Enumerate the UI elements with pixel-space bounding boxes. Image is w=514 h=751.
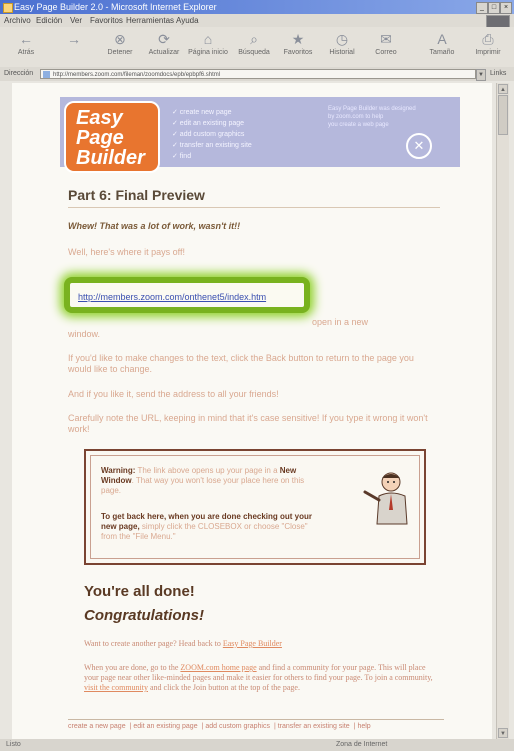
all-done-heading: You're all done!	[84, 583, 195, 600]
history-button[interactable]: ◷ Historial	[320, 29, 364, 65]
window-word: window.	[68, 329, 101, 339]
search-button[interactable]: ⌕ Búsqueda	[232, 29, 276, 65]
minimize-button[interactable]: _	[476, 2, 488, 14]
community-text: When you are done, go to the ZOOM.com ho…	[84, 663, 433, 692]
address-url: http://members.zoom.com/fileman/zoomdocs…	[53, 72, 221, 78]
maximize-button[interactable]: □	[488, 2, 500, 14]
banner-description: Easy Page Builder was designed by zoom.c…	[328, 106, 416, 128]
print-button[interactable]: ⎙ Imprimir	[466, 29, 510, 65]
intro-text: Whew! That was a lot of work, wasn't it!…	[68, 221, 241, 231]
back-button[interactable]: ← Atrás	[4, 29, 48, 65]
zoom-home-link[interactable]: ZOOM.com home page	[180, 663, 256, 672]
menu-item-edicion[interactable]: Edición	[36, 14, 62, 27]
easy-page-builder-link[interactable]: Easy Page Builder	[223, 639, 282, 648]
checklist-item[interactable]: ✓ edit an existing page	[172, 118, 322, 129]
close-icon[interactable]: ✕	[406, 133, 432, 159]
checklist-item[interactable]: ✓ create new page	[172, 107, 322, 118]
browser-app-icon	[3, 3, 13, 13]
refresh-icon: ⟳	[158, 31, 170, 47]
links-button[interactable]: Links	[490, 67, 506, 81]
stop-button[interactable]: ⊗ Detener	[98, 29, 142, 65]
refresh-button[interactable]: ⟳ Actualizar	[142, 29, 186, 65]
menu-item-ayuda[interactable]: Ayuda	[176, 14, 199, 27]
title-divider	[68, 207, 440, 208]
security-zone: Zona de Internet	[336, 741, 388, 748]
font-size-button[interactable]: A Tamaño	[420, 29, 464, 65]
create-another-text: Want to create another page? Head back t…	[84, 639, 282, 648]
easy-page-builder-logo: Easy Page Builder	[64, 101, 160, 173]
page-viewport: Easy Page Builder ✓ create new page ✓ ed…	[12, 83, 492, 739]
url-highlight-box: http://members.zoom.com/onthenet5/index.…	[64, 277, 310, 313]
footer-link-help[interactable]: help	[357, 723, 370, 730]
address-dropdown-button[interactable]: ▼	[476, 69, 486, 81]
history-icon: ◷	[335, 31, 349, 47]
back-arrow-icon: ←	[19, 31, 33, 47]
menu-bar: Archivo Edición Ver Favoritos Herramient…	[0, 14, 514, 27]
mail-button[interactable]: ✉ Correo	[364, 29, 408, 65]
visit-community-link[interactable]: visit the community	[84, 683, 148, 692]
forward-arrow-icon: →	[67, 31, 81, 47]
like-it-text: And if you like it, send the address to …	[68, 389, 279, 399]
page-icon	[43, 71, 50, 78]
footer-divider	[68, 719, 444, 720]
scroll-up-button[interactable]: ▲	[498, 84, 508, 94]
menu-item-archivo[interactable]: Archivo	[4, 14, 31, 27]
menu-item-favoritos[interactable]: Favoritos	[90, 14, 123, 27]
search-icon: ⌕	[250, 31, 258, 47]
footer-link-transfer[interactable]: transfer an existing site	[278, 723, 350, 730]
address-input[interactable]: http://members.zoom.com/fileman/zoomdocs…	[40, 69, 476, 79]
new-window-note: open in a new	[312, 317, 369, 327]
window-title: Easy Page Builder 2.0 - Microsoft Intern…	[14, 2, 217, 12]
checklist-item[interactable]: ✓ add custom graphics	[172, 129, 322, 140]
footer-link-create[interactable]: create a new page	[68, 723, 126, 730]
address-label: Dirección	[4, 70, 34, 77]
footer-link-graphics[interactable]: add custom graphics	[205, 723, 270, 730]
home-button[interactable]: ⌂ Página inicio	[186, 29, 230, 65]
scroll-down-button[interactable]: ▼	[498, 728, 508, 738]
vertical-scrollbar[interactable]: ▲ ▼	[496, 83, 509, 739]
header-banner: Easy Page Builder ✓ create new page ✓ ed…	[60, 97, 460, 173]
payoff-text: Well, here's where it pays off!	[68, 247, 185, 257]
print-icon: ⎙	[482, 31, 494, 47]
menu-item-ver[interactable]: Ver	[70, 14, 82, 27]
favorites-button[interactable]: ★ Favoritos	[276, 29, 320, 65]
cartoon-man-pointing-icon	[363, 472, 408, 525]
banner-checklist: ✓ create new page ✓ edit an existing pag…	[172, 107, 322, 162]
checklist-item[interactable]: ✓ transfer an existing site	[172, 140, 322, 151]
footer-link-edit[interactable]: edit an existing page	[133, 723, 197, 730]
warning-box: Warning: The link above opens up your pa…	[84, 449, 426, 565]
status-text: Listo	[6, 741, 21, 748]
forward-button[interactable]: →	[52, 29, 96, 65]
get-back-text: To get back here, when you are done chec…	[101, 512, 313, 541]
congratulations-heading: Congratulations!	[84, 607, 204, 624]
title-bar: Easy Page Builder 2.0 - Microsoft Intern…	[0, 0, 514, 14]
home-icon: ⌂	[203, 31, 213, 47]
status-bar: Listo Zona de Internet	[0, 739, 514, 751]
footer-nav: create a new page | edit an existing page…	[68, 723, 371, 730]
changes-text: If you'd like to make changes to the tex…	[68, 353, 414, 374]
page-title: Part 6: Final Preview	[68, 187, 205, 203]
scroll-thumb[interactable]	[498, 95, 508, 135]
address-bar: Dirección http://members.zoom.com/filema…	[0, 67, 514, 81]
font-size-icon: A	[437, 31, 447, 47]
case-note-text: Carefully note the URL, keeping in mind …	[68, 413, 428, 434]
stop-icon: ⊗	[114, 31, 126, 47]
close-window-button[interactable]: ×	[500, 2, 512, 14]
checklist-item[interactable]: ✓ find	[172, 151, 322, 162]
mail-icon: ✉	[380, 31, 392, 47]
warning-text: Warning: The link above opens up your pa…	[101, 466, 305, 495]
warning-box-inner: Warning: The link above opens up your pa…	[90, 455, 420, 559]
menu-item-herramientas[interactable]: Herramientas	[126, 14, 174, 27]
published-page-link[interactable]: http://members.zoom.com/onthenet5/index.…	[78, 292, 266, 302]
favorites-icon: ★	[291, 31, 305, 47]
toolbar: ← Atrás → ⊗ Detener ⟳ Actualizar ⌂ Página in…	[0, 27, 514, 68]
